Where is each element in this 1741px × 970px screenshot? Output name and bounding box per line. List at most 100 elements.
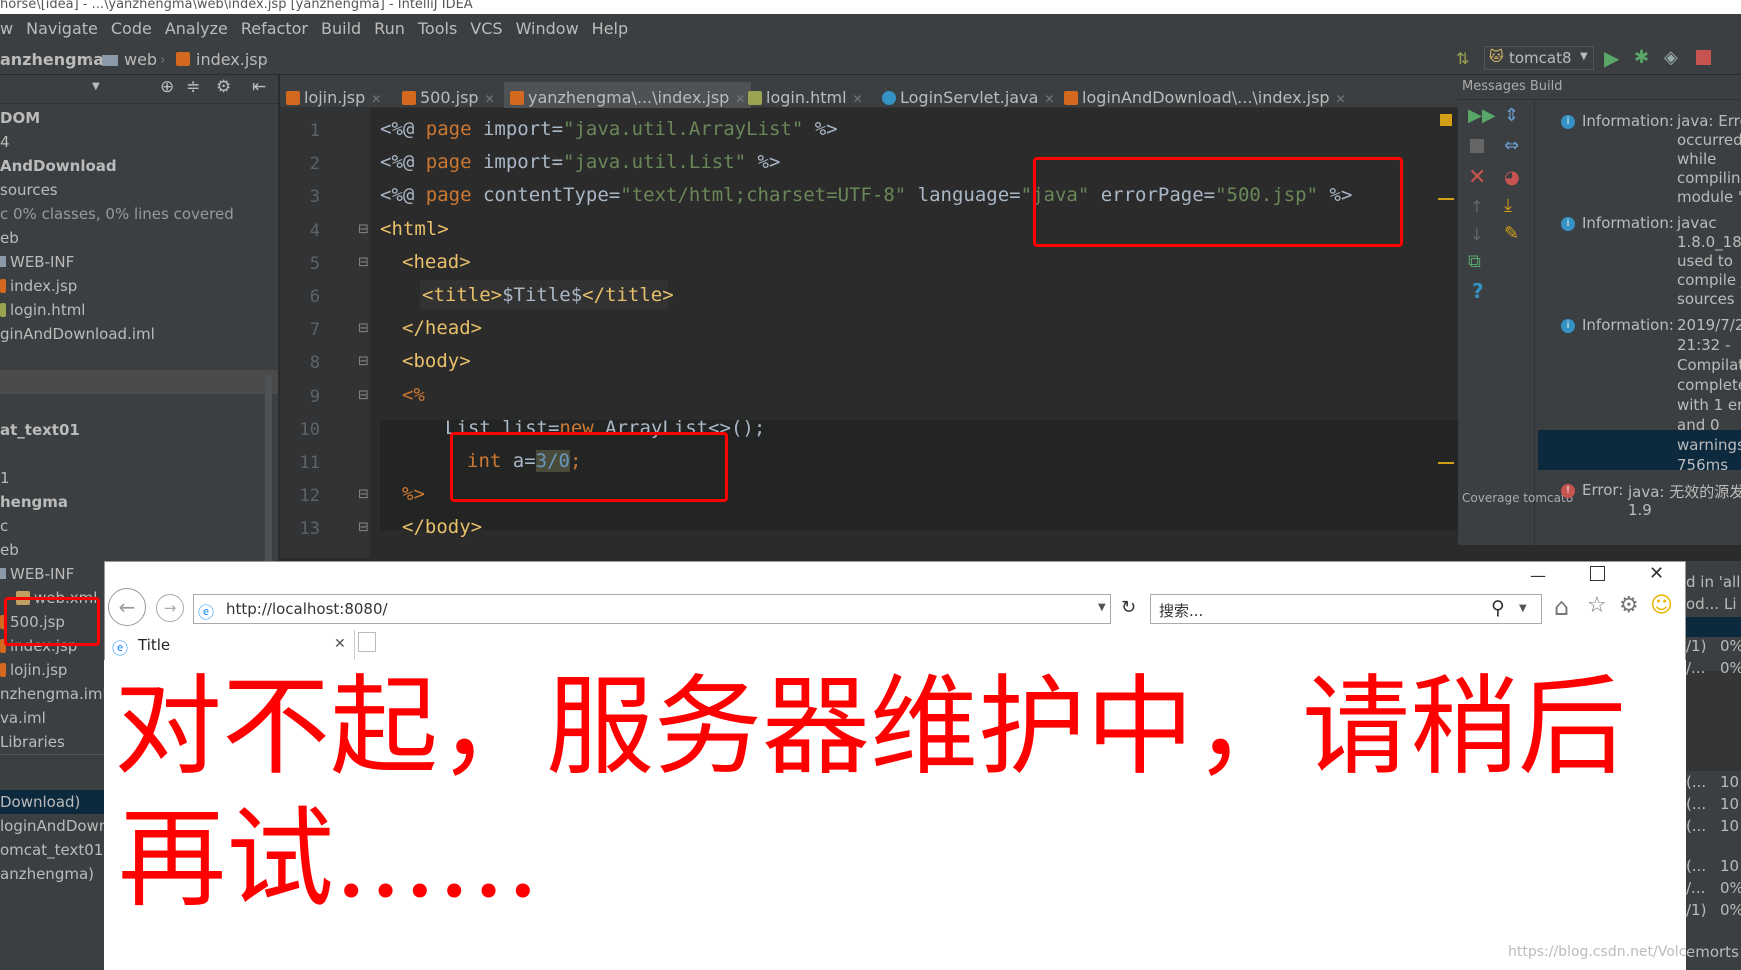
chevron-down-icon[interactable]: ▼ <box>1098 602 1106 613</box>
rerun-icon[interactable]: ▶▶ <box>1468 105 1496 126</box>
fold-icon[interactable]: ⊟ <box>358 222 369 237</box>
tree-item[interactable]: WEB-INF <box>0 253 74 271</box>
run-icon[interactable]: ▶ <box>1604 46 1619 70</box>
menu-item-code[interactable]: Code <box>111 19 152 38</box>
close-icon[interactable]: ✕ <box>334 636 346 652</box>
coverage-cell[interactable]: /... <box>1686 659 1705 677</box>
menu-item-view[interactable]: w <box>0 19 13 38</box>
tree-item[interactable]: Libraries <box>0 733 65 751</box>
hide-panel-icon[interactable]: ⇤ <box>252 77 266 97</box>
close-icon[interactable]: ✕ <box>371 92 381 106</box>
collapse-icon[interactable]: ≑ <box>186 77 200 97</box>
close-icon[interactable]: ✕ <box>735 92 745 106</box>
message-label[interactable]: Error: <box>1582 481 1623 499</box>
refresh-icon[interactable]: ↻ <box>1121 597 1136 618</box>
coverage-cell[interactable]: (... <box>1686 773 1706 791</box>
breadcrumb-file[interactable]: index.jsp <box>196 50 268 69</box>
coverage-cell[interactable]: (... <box>1686 857 1706 875</box>
tree-item[interactable]: AndDownload <box>0 157 117 175</box>
close-icon[interactable]: ✕ <box>485 92 495 106</box>
fold-icon[interactable]: ⊟ <box>358 520 369 535</box>
menu-item-analyze[interactable]: Analyze <box>165 19 228 38</box>
menu-item-navigate[interactable]: Navigate <box>26 19 98 38</box>
tree-item[interactable]: sources <box>0 181 58 199</box>
fold-icon[interactable]: ⊟ <box>358 487 369 502</box>
coverage-cell[interactable]: /1) <box>1686 901 1706 919</box>
tree-item[interactable]: 4 <box>0 133 10 151</box>
back-button[interactable]: ← <box>108 588 146 626</box>
collapse-all-icon[interactable]: ⇔ <box>1504 135 1519 156</box>
menu-item-run[interactable]: Run <box>374 19 405 38</box>
minimize-icon[interactable]: — <box>1530 566 1546 585</box>
settings-icon[interactable]: ✎ <box>1504 223 1519 244</box>
stop-icon[interactable] <box>1470 139 1484 153</box>
close-window-icon[interactable]: ✕ <box>1649 563 1664 584</box>
fold-icon[interactable]: ⊟ <box>358 388 369 403</box>
coverage-run-icon[interactable]: ◈ <box>1664 47 1678 68</box>
search-input[interactable]: 搜索... <box>1159 600 1203 621</box>
tree-item[interactable]: login.html <box>0 301 85 319</box>
fold-icon[interactable]: ⊟ <box>358 321 369 336</box>
run-tree-item[interactable]: omcat_text01) <box>0 841 109 859</box>
tree-item[interactable]: hengma <box>0 493 68 511</box>
menu-item-build[interactable]: Build <box>321 19 361 38</box>
menu-item-tools[interactable]: Tools <box>418 19 457 38</box>
run-tree-item[interactable]: anzhengma) <box>0 865 94 883</box>
menu-item-help[interactable]: Help <box>592 19 628 38</box>
coverage-cell[interactable]: /... <box>1686 879 1705 897</box>
tree-item[interactable]: nzhengma.iml <box>0 685 107 703</box>
tree-item[interactable]: index.jsp <box>0 277 77 295</box>
tree-item[interactable]: WEB-INF <box>0 565 74 583</box>
tree-item[interactable]: 1 <box>0 469 10 487</box>
close-icon[interactable]: ✕ <box>1336 92 1346 106</box>
menu-item-vcs[interactable]: VCS <box>470 19 502 38</box>
coverage-cell[interactable]: (... <box>1686 817 1706 835</box>
message-label[interactable]: Information: <box>1582 214 1674 232</box>
run-tree-item[interactable]: Download) <box>0 793 80 811</box>
tree-item[interactable]: lojin.jsp <box>0 661 67 679</box>
panel-divider[interactable] <box>0 754 104 763</box>
menu-item-refactor[interactable]: Refactor <box>241 19 308 38</box>
fold-icon[interactable]: ⊟ <box>358 354 369 369</box>
chevron-down-icon[interactable]: ▼ <box>1519 603 1527 614</box>
message-label[interactable]: Information: <box>1582 112 1674 130</box>
breadcrumb-folder[interactable]: web <box>124 50 157 69</box>
tree-item[interactable]: DOM <box>0 109 40 127</box>
run-tree-item[interactable]: loginAndDown <box>0 817 108 835</box>
menu-item-window[interactable]: Window <box>516 19 579 38</box>
close-icon[interactable]: ✕ <box>853 92 863 106</box>
locate-icon[interactable]: ⊕ <box>160 77 174 97</box>
browser-tab[interactable]: ⓔ Title ✕ <box>106 630 355 660</box>
search-box[interactable]: 搜索... ⚲ ▼ <box>1150 594 1542 624</box>
arrow-up-icon[interactable]: ↑ <box>1470 197 1483 216</box>
tree-item[interactable]: c 0% classes, 0% lines covered <box>0 205 234 223</box>
gear-icon[interactable]: ⚙ <box>1619 593 1639 618</box>
help-icon[interactable]: ? <box>1472 279 1484 303</box>
gear-icon[interactable]: ⚙ <box>216 77 231 97</box>
coverage-cell[interactable]: (... <box>1686 795 1706 813</box>
run-config-selector[interactable]: 🐱 tomcat8 ▼ <box>1484 46 1594 70</box>
smiley-icon[interactable]: ☺ <box>1650 593 1673 618</box>
stop-icon[interactable] <box>1696 50 1711 65</box>
build-project-icon[interactable]: ⇅ <box>1456 49 1469 68</box>
tree-item[interactable]: c <box>0 517 8 535</box>
tree-item[interactable]: va.iml <box>0 709 46 727</box>
address-bar[interactable]: ⓔ http://localhost:8080/ ▼ ↻ <box>193 594 1136 624</box>
close-icon[interactable]: ✕ <box>1468 165 1486 190</box>
close-icon[interactable]: ✕ <box>1044 92 1054 106</box>
inspection-status-icon[interactable] <box>1440 114 1452 126</box>
expand-all-icon[interactable]: ⇕ <box>1504 105 1519 126</box>
export-icon[interactable]: ⤓ <box>1504 195 1512 216</box>
warning-stripe[interactable] <box>1438 462 1454 464</box>
tree-item[interactable]: ginAndDownload.iml <box>0 325 155 343</box>
fold-icon[interactable]: ⊟ <box>358 255 369 270</box>
warning-stripe[interactable] <box>1438 198 1454 200</box>
coverage-cell[interactable]: /1) <box>1686 637 1706 655</box>
forward-button[interactable]: → <box>156 594 184 622</box>
maximize-icon[interactable] <box>1590 566 1605 581</box>
tree-item[interactable]: eb <box>0 541 19 559</box>
tree-item[interactable]: eb <box>0 229 19 247</box>
search-icon[interactable]: ⚲ <box>1491 597 1505 619</box>
filter-icon[interactable]: ◕ <box>1504 167 1520 188</box>
tree-item[interactable]: at_text01 <box>0 421 80 439</box>
